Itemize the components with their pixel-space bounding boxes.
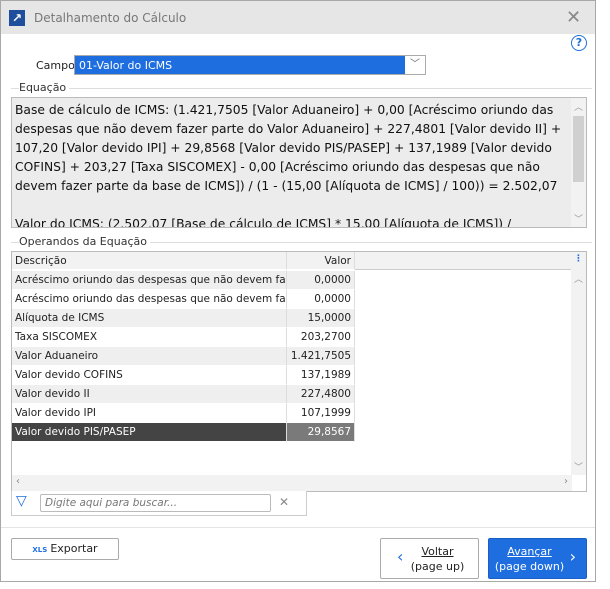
grid-vscrollbar[interactable]: ⋮ ︿ ﹀: [571, 252, 586, 475]
cell-descricao: Valor devido PIS/PASEP: [12, 423, 287, 442]
dialog-window: ↗ Detalhamento do Cálculo ✕ ? Campo 01-V…: [0, 0, 596, 582]
cell-descricao: Valor Aduaneiro: [12, 347, 287, 366]
help-icon[interactable]: ?: [571, 35, 587, 51]
operandos-legend: Operandos da Equação: [19, 235, 150, 248]
table-row[interactable]: Acréscimo oriundo das despesas que não d…: [12, 271, 355, 290]
filter-icon[interactable]: ▽: [16, 493, 27, 509]
voltar-button[interactable]: ‹ Voltar (page up): [380, 538, 479, 579]
cell-valor: 1.421,7505: [287, 347, 355, 366]
cell-valor: 227,4800: [287, 385, 355, 404]
equacao-legend: Equação: [19, 81, 70, 94]
table-row[interactable]: Valor devido PIS/PASEP 29,8567: [12, 423, 355, 442]
close-icon[interactable]: ✕: [566, 7, 581, 28]
voltar-label: Voltar: [421, 545, 454, 558]
exportar-label: Exportar: [50, 542, 98, 555]
equation-textarea[interactable]: Base de cálculo de ICMS: (1.421,7505 [Va…: [11, 97, 587, 228]
cell-valor: 203,2700: [287, 328, 355, 347]
voltar-hint: (page up): [410, 560, 465, 573]
cell-descricao: Taxa SISCOMEX: [12, 328, 287, 347]
table-row[interactable]: Valor devido II 227,4800: [12, 385, 355, 404]
table-row[interactable]: Valor devido IPI 107,1999: [12, 404, 355, 423]
cell-valor: 29,8567: [287, 423, 355, 442]
equation-text: Base de cálculo de ICMS: (1.421,7505 [Va…: [15, 103, 562, 228]
cell-descricao: Acréscimo oriundo das despesas que não d…: [12, 290, 287, 309]
table-row[interactable]: Acréscimo oriundo das despesas que não d…: [12, 290, 355, 309]
table-row[interactable]: Alíquota de ICMS 15,0000: [12, 309, 355, 328]
cell-valor: 107,1999: [287, 404, 355, 423]
cell-valor: 15,0000: [287, 309, 355, 328]
app-arrow-icon: ↗: [9, 10, 25, 26]
chevron-right-icon: ›: [569, 547, 576, 566]
xls-file-icon: XLS: [32, 546, 48, 554]
grid-hscrollbar[interactable]: ‹ ›: [12, 475, 572, 491]
campo-select[interactable]: 01-Valor do ICMS ﹀: [74, 55, 426, 75]
scroll-thumb[interactable]: [573, 116, 584, 182]
title-bar: ↗ Detalhamento do Cálculo ✕: [1, 1, 595, 34]
column-header-descricao[interactable]: Descrição: [12, 252, 287, 270]
column-header-valor[interactable]: Valor: [287, 252, 355, 270]
scroll-up-icon[interactable]: ︿: [571, 100, 586, 113]
table-row[interactable]: Valor Aduaneiro 1.421,7505: [12, 347, 355, 366]
campo-label: Campo: [36, 59, 75, 72]
avancar-button[interactable]: Avançar (page down) ›: [488, 538, 587, 579]
scroll-left-icon[interactable]: ‹: [16, 476, 20, 487]
cell-descricao: Valor devido II: [12, 385, 287, 404]
chevron-down-icon[interactable]: ﹀: [405, 56, 425, 74]
cell-descricao: Acréscimo oriundo das despesas que não d…: [12, 271, 287, 290]
table-row[interactable]: Taxa SISCOMEX 203,2700: [12, 328, 355, 347]
cell-descricao: Valor devido COFINS: [12, 366, 287, 385]
search-input[interactable]: Digite aqui para buscar...: [40, 494, 271, 512]
clear-search-icon[interactable]: ✕: [279, 495, 289, 509]
chevron-left-icon: ‹: [397, 547, 404, 566]
operandos-grid: Descrição Valor Acréscimo oriundo das de…: [11, 251, 587, 492]
cell-descricao: Valor devido IPI: [12, 404, 287, 423]
column-chooser-icon[interactable]: ⋮: [571, 254, 586, 264]
window-title: Detalhamento do Cálculo: [34, 11, 187, 25]
scroll-right-icon[interactable]: ›: [564, 476, 568, 487]
scroll-down-icon[interactable]: ﹀: [571, 460, 586, 473]
cell-valor: 0,0000: [287, 271, 355, 290]
equation-scrollbar[interactable]: ︿ ﹀: [571, 98, 586, 227]
scroll-up-icon[interactable]: ︿: [571, 272, 586, 285]
scroll-down-icon[interactable]: ﹀: [571, 212, 586, 225]
cell-valor: 137,1989: [287, 366, 355, 385]
campo-value: 01-Valor do ICMS: [79, 59, 173, 72]
table-row[interactable]: Valor devido COFINS 137,1989: [12, 366, 355, 385]
filter-bar: ▽ Digite aqui para buscar... ✕: [11, 491, 307, 516]
cell-descricao: Alíquota de ICMS: [12, 309, 287, 328]
exportar-button[interactable]: XLS Exportar: [11, 538, 119, 560]
grid-header: Descrição Valor: [12, 252, 572, 270]
cell-valor: 0,0000: [287, 290, 355, 309]
